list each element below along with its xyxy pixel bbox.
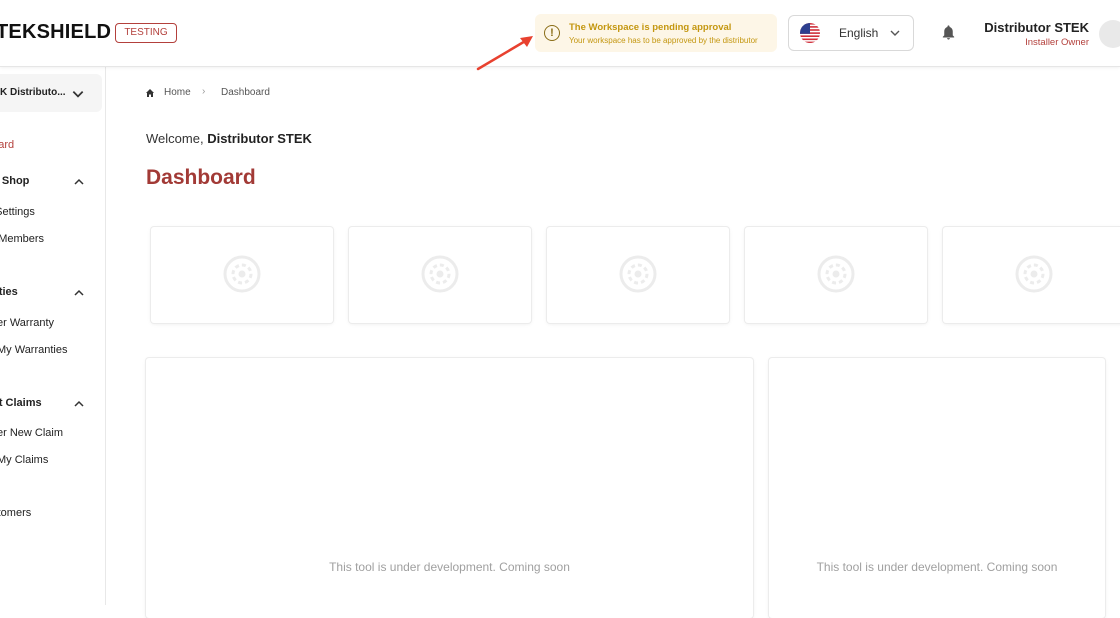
avatar[interactable] [1099,20,1120,48]
workspace-select[interactable]: K Distributo... [0,74,102,112]
welcome-text: Welcome, Distributor STEK [146,131,312,146]
dashboard-panel: This tool is under development. Coming s… [146,358,753,618]
sidebar-section-warranties[interactable]: anties [0,286,18,298]
sidebar-item-my-warranties[interactable]: w My Warranties [0,344,68,356]
panel-message: This tool is under development. Coming s… [329,560,570,574]
alert-subtitle: Your workspace has to be approved by the… [569,36,758,45]
stat-card-loading [349,227,531,323]
chevron-down-icon [889,26,901,44]
warning-icon: ! [544,25,560,41]
breadcrumb-home[interactable]: Home [164,87,191,98]
loading-spinner-icon [222,254,262,299]
language-label: English [839,26,879,40]
main-content: Home › Dashboard Welcome, Distributor ST… [105,66,1120,618]
us-flag-icon [800,23,820,48]
sidebar-item-team-members[interactable]: m Members [0,233,44,245]
brand-logo[interactable]: TEKSHIELD [0,21,111,44]
welcome-name: Distributor STEK [207,131,312,146]
pending-approval-alert: ! The Workspace is pending approval Your… [535,14,777,52]
workspace-label: K Distributo... [0,87,66,98]
language-select[interactable]: English [788,15,914,51]
sidebar-item-my-claims[interactable]: w My Claims [0,454,48,466]
sidebar-item-register-claim[interactable]: ister New Claim [0,427,63,439]
chevron-right-icon: › [202,86,206,97]
sidebar-section-manage-shop[interactable]: ge Shop [0,175,29,187]
stat-card-loading [547,227,729,323]
welcome-prefix: Welcome, [146,131,204,146]
loading-spinner-icon [1014,254,1054,299]
user-role: Installer Owner [1025,37,1089,48]
stat-card-loading [943,227,1120,323]
page-title: Dashboard [146,166,256,189]
panel-message: This tool is under development. Coming s… [816,560,1058,574]
sidebar: K Distributo... board ge Shop p Settings… [0,66,106,605]
sidebar-item-dashboard[interactable]: board [0,139,14,151]
bell-icon[interactable] [940,24,957,46]
user-name[interactable]: Distributor STEK [984,20,1089,35]
breadcrumb-current: Dashboard [221,87,270,98]
chevron-down-icon [71,87,85,106]
sidebar-item-customers[interactable]: ustomers [0,507,31,519]
environment-badge: TESTING [115,23,177,43]
stat-card-loading [151,227,333,323]
top-header: TEKSHIELD TESTING ! The Workspace is pen… [0,0,1120,67]
sidebar-section-product-claims[interactable]: uct Claims [0,397,42,409]
chevron-up-icon[interactable] [73,397,85,415]
chevron-up-icon[interactable] [73,175,85,193]
chevron-up-icon[interactable] [73,286,85,304]
loading-spinner-icon [618,254,658,299]
home-icon[interactable] [145,88,155,101]
annotation-arrow [476,36,533,71]
dashboard-panel: This tool is under development. Coming s… [769,358,1105,618]
loading-spinner-icon [420,254,460,299]
loading-spinner-icon [816,254,856,299]
sidebar-item-register-warranty[interactable]: ister Warranty [0,317,54,329]
stat-card-loading [745,227,927,323]
alert-title: The Workspace is pending approval [569,22,732,33]
sidebar-item-shop-settings[interactable]: p Settings [0,206,35,218]
